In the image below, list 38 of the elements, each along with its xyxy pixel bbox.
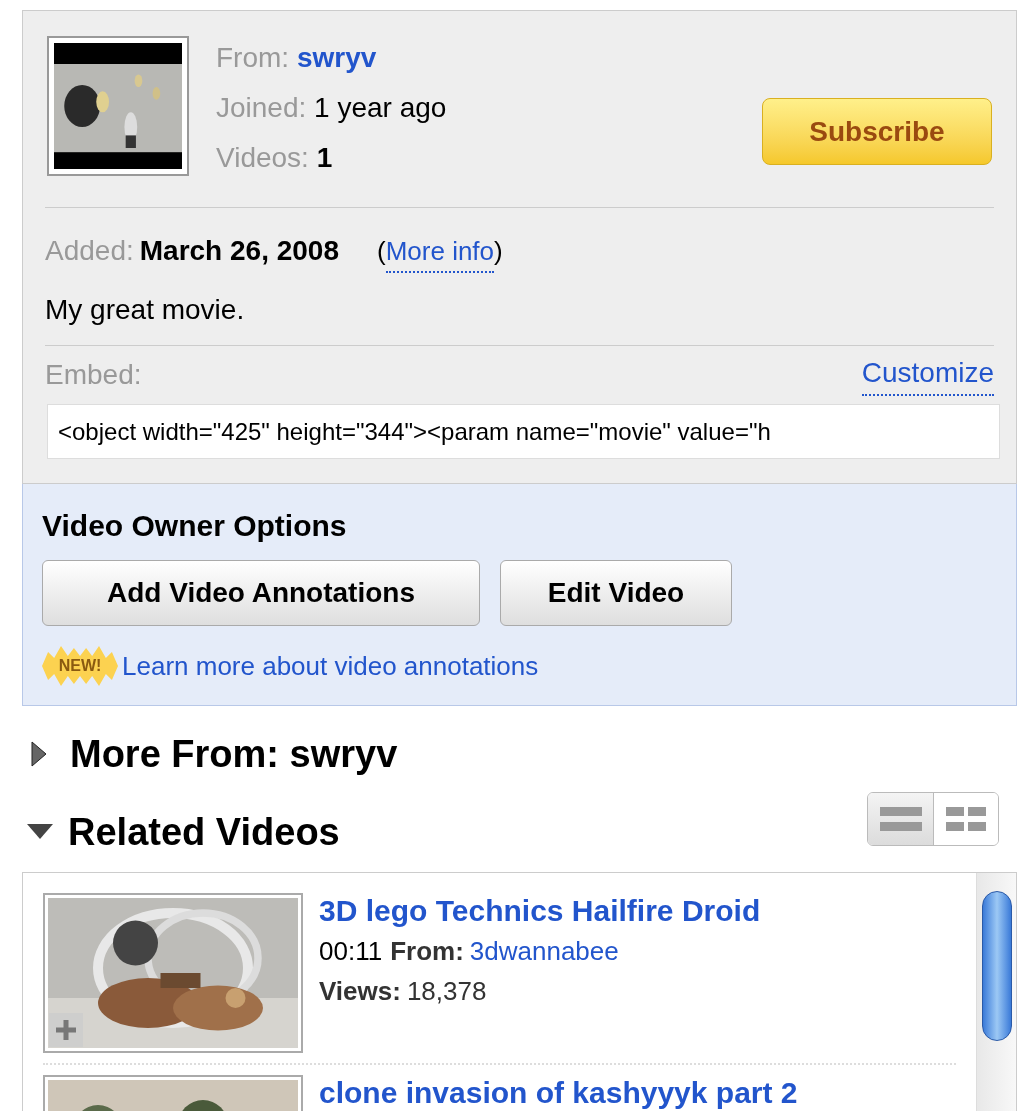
videos-label: Videos: — [216, 142, 309, 173]
grid-view-button[interactable] — [933, 793, 998, 845]
from-label: From: — [216, 42, 290, 73]
added-label: Added: — [45, 234, 134, 268]
customize-link[interactable]: Customize — [861, 352, 994, 396]
joined-label: Joined: — [216, 92, 307, 123]
list-view-button[interactable] — [868, 793, 933, 845]
scrollbar-track[interactable] — [976, 873, 1016, 1111]
new-badge: NEW! — [42, 646, 118, 686]
added-date: March 26, 2008 — [139, 234, 339, 268]
owner-action-button[interactable]: Edit Video — [500, 560, 732, 626]
from-label: From: — [390, 935, 464, 968]
subscribe-button[interactable]: Subscribe — [762, 98, 992, 165]
section-heading[interactable]: Related Videos — [68, 808, 340, 856]
channel-thumbnail[interactable] — [47, 36, 189, 176]
embed-label: Embed: — [45, 358, 142, 392]
views-label: Views: — [319, 975, 401, 1008]
annotations-link[interactable]: Learn more about video annotations — [122, 646, 539, 686]
channel-link[interactable]: swryv — [296, 42, 377, 73]
section-heading[interactable]: More From: swryv — [70, 730, 398, 778]
close-paren: ) — [494, 235, 503, 268]
scrollbar-thumb[interactable] — [981, 891, 1012, 1041]
more-info-link[interactable]: More info — [385, 232, 495, 273]
uploader-link[interactable]: 3dwannabee — [469, 931, 619, 971]
video-description: My great movie. — [44, 293, 246, 327]
add-icon[interactable] — [49, 1013, 83, 1047]
joined-value: 1 year ago — [314, 92, 447, 123]
video-title-link[interactable]: 3D lego Technics Hailfire Droid — [319, 893, 761, 929]
owner-options-title: Video Owner Options — [42, 508, 348, 544]
video-duration: 00:11 — [319, 935, 383, 968]
expand-triangle-icon[interactable] — [30, 741, 48, 767]
collapse-triangle-icon[interactable] — [26, 823, 54, 841]
owner-action-button[interactable]: Add Video Annotations — [42, 560, 480, 626]
views-count: 18,378 — [406, 975, 487, 1008]
open-paren: ( — [377, 235, 386, 268]
embed-code-field[interactable]: <object width="425" height="344"><param name="movie" value="h — [47, 404, 1000, 459]
videos-count: 1 — [316, 142, 333, 173]
video-title-link[interactable]: clone invasion of kashyyyk part 2 — [319, 1075, 798, 1111]
